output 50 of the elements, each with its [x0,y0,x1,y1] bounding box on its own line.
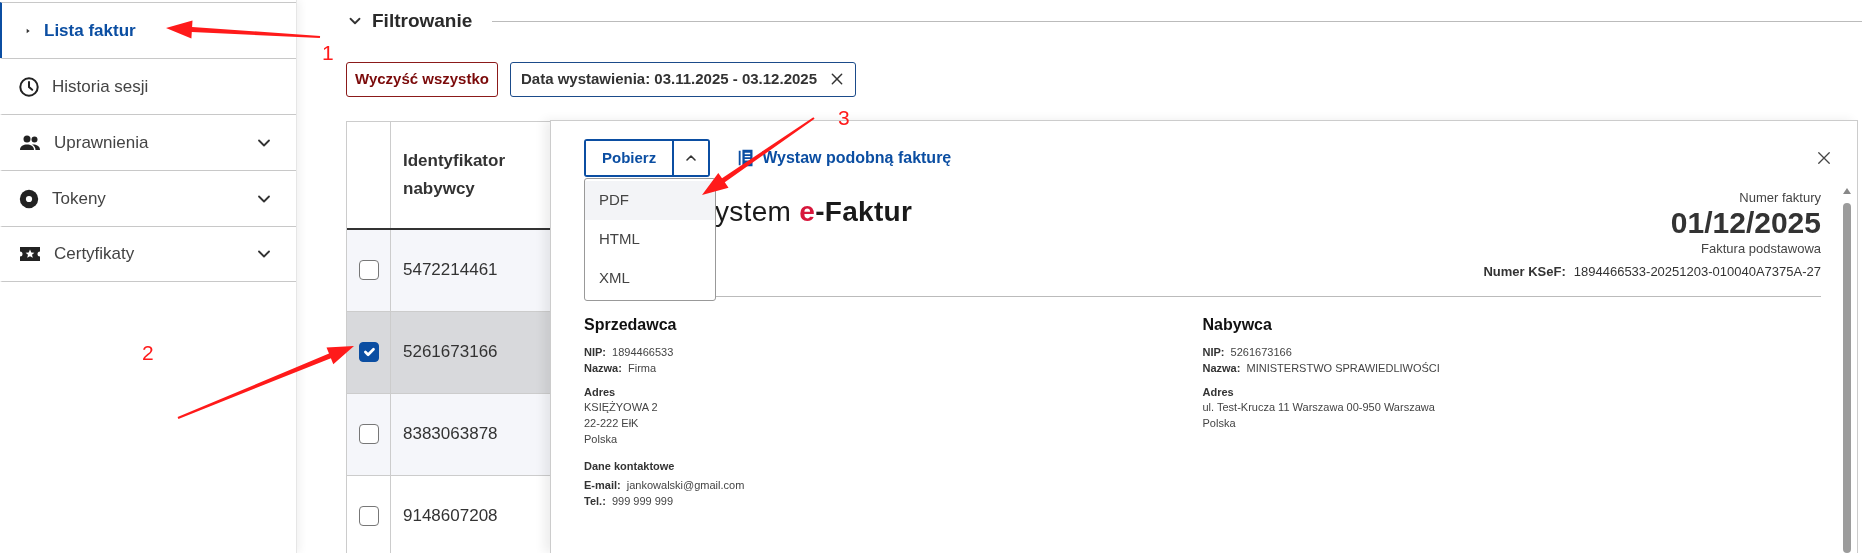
invoice-number: 01/12/2025 [1669,206,1821,240]
dropdown-item[interactable]: PDF [585,181,715,220]
annotation-number: 1 [322,41,334,64]
annotation-number: 2 [142,341,154,364]
sidebar-item[interactable]: Certyfikaty [0,226,296,282]
field-text: NIP: 1894466533 [584,344,675,360]
logo-text: ystem e-Faktur [715,195,913,229]
table-cell-text: 5472214461 [402,259,499,282]
clear-all-button[interactable]: Wyczyść wszystko [346,62,498,97]
sidebar-item[interactable]: Historia sesji [0,58,296,114]
column-header: Identyfikator nabywcy [402,150,507,200]
contact-title: Dane kontaktowe [584,458,676,473]
table-cell-text: 8383063878 [402,423,499,446]
field-text: Nazwa: MINISTERSTWO SPRAWIEDLIWOŚCI [1202,360,1441,376]
table-cell-text: 9148607208 [402,505,499,528]
download-button[interactable]: Pobierz [586,141,675,175]
sidebar-item[interactable]: Tokeny [0,170,296,226]
contact-text: E-mail: jankowalski@gmail.com [584,477,746,493]
ksef-label: Numer KSeF: [1483,263,1566,281]
address-line: Polska [584,431,619,447]
triangle-icon [24,26,32,35]
contact-text: Tel.: 999 999 999 [584,493,675,509]
annotation-number: 3 [838,106,850,129]
field-text: NIP: 5261673166 [1202,344,1293,360]
invoice-number-label: Numer faktury [1738,189,1821,206]
party-title: Sprzedawca [584,314,678,334]
checkbox[interactable] [358,424,379,444]
sidebar-item[interactable]: Lista faktur [0,2,296,58]
disc-icon [18,187,40,210]
checkbox[interactable] [358,342,379,362]
scroll-up-icon[interactable] [1843,187,1851,195]
address-line: 22-222 EłK [584,415,640,431]
close-button[interactable] [1815,149,1833,167]
invoice-type: Faktura podstawowa [1700,240,1821,257]
checkbox[interactable] [358,506,379,526]
address-title: Adres [584,384,617,399]
filter-chip[interactable]: Data wystawienia: 03.11.2025 - 03.12.2025 [509,62,856,97]
address-line: ul. Test-Krucza 11 Warszawa 00-950 Warszawa [1202,399,1436,415]
sidebar-item[interactable]: Uprawnienia [0,114,296,170]
close-icon [1817,151,1831,165]
ksef-number: 1894466533-20251203-010040A7375A-27 [1573,263,1821,281]
field-text: Nazwa: Firma [584,360,658,376]
address-line: Polska [1202,415,1237,431]
party-title: Nabywca [1202,314,1273,334]
section-title: Filtrowanie [372,9,473,33]
checkbox[interactable] [358,260,379,280]
clock-icon [18,75,40,98]
table-cell-text: 5261673166 [402,341,499,364]
address-title: Adres [1202,384,1235,399]
address-line: KSIĘŻYOWA 2 [584,399,659,415]
